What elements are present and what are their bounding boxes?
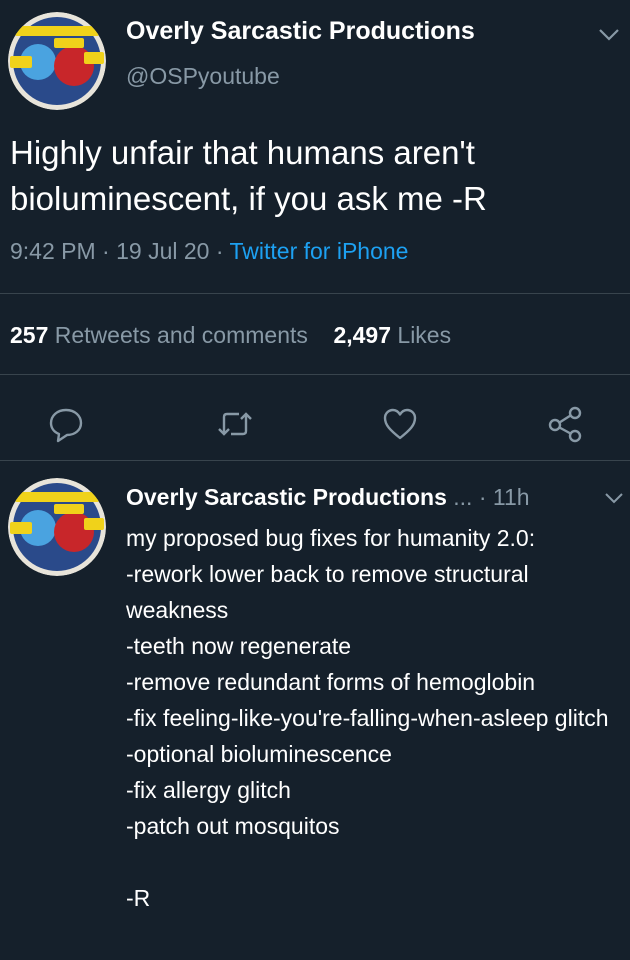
chevron-down-icon[interactable]	[604, 492, 624, 504]
divider	[0, 460, 630, 461]
avatar-logo-image	[8, 478, 106, 576]
meta-separator: ·	[209, 238, 230, 264]
handle[interactable]: @OSPyoutube	[126, 63, 280, 90]
tweet-date: 19 Jul 20	[116, 238, 210, 264]
avatar[interactable]	[8, 478, 106, 576]
reply-header: Overly Sarcastic Productions ... · 11h	[126, 484, 530, 511]
display-name[interactable]: Overly Sarcastic Productions	[126, 17, 475, 46]
chevron-down-icon[interactable]	[598, 28, 620, 42]
tweet-meta: 9:42 PM · 19 Jul 20 · Twitter for iPhone	[10, 238, 408, 265]
reply-text: my proposed bug fixes for humanity 2.0: …	[126, 525, 609, 911]
main-tweet: Overly Sarcastic Productions @OSPyoutube…	[0, 0, 630, 461]
reply-time[interactable]: 11h	[493, 484, 530, 510]
divider	[0, 293, 630, 294]
reply-display-name[interactable]: Overly Sarcastic Productions	[126, 484, 447, 510]
retweets-count: 257	[10, 322, 49, 348]
tweet-source-link[interactable]: Twitter for iPhone	[230, 238, 409, 264]
avatar-logo-image	[8, 12, 106, 110]
retweets-stat[interactable]: 257 Retweets and comments	[10, 322, 308, 348]
retweets-label: Retweets and comments	[54, 322, 308, 348]
likes-count: 2,497	[333, 322, 392, 348]
meta-separator: ·	[478, 484, 493, 510]
divider	[0, 374, 630, 375]
reply-icon[interactable]	[46, 404, 86, 444]
tweet-stats: 257 Retweets and comments 2,497 Likes	[10, 322, 451, 349]
meta-separator: ·	[95, 238, 117, 264]
retweet-icon[interactable]	[215, 404, 255, 444]
share-icon[interactable]	[545, 404, 585, 444]
reply-name-ellipsis: ...	[453, 484, 473, 510]
tweet-text: Highly unfair that humans aren't biolumi…	[10, 134, 487, 217]
likes-stat[interactable]: 2,497 Likes	[333, 322, 451, 348]
like-icon[interactable]	[380, 404, 420, 444]
tweet-time: 9:42 PM	[10, 238, 96, 264]
avatar[interactable]	[8, 12, 106, 110]
likes-label: Likes	[397, 322, 452, 348]
